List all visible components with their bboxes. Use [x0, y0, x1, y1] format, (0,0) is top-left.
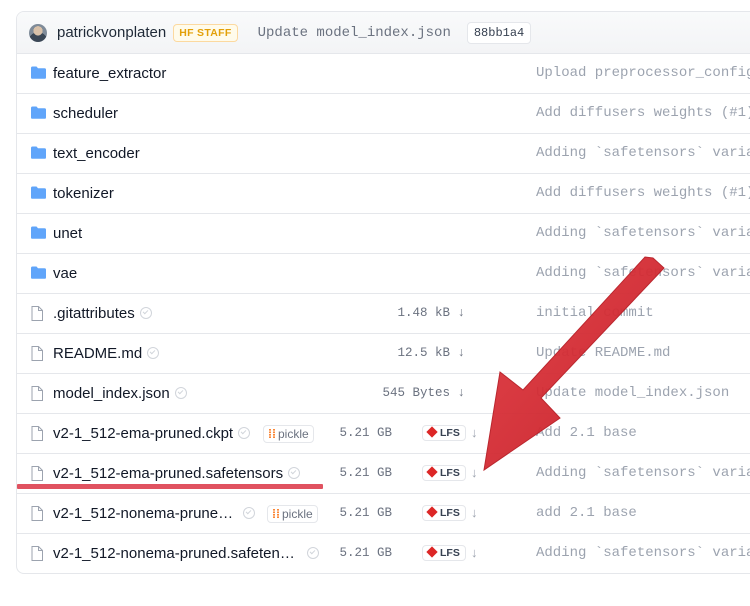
safe-check-icon [139, 307, 152, 320]
commit-author[interactable]: patrickvonplaten [57, 24, 166, 41]
folder-icon [31, 66, 46, 79]
file-name[interactable]: .gitattributes [53, 305, 152, 322]
folder-icon [31, 266, 46, 279]
folder-icon [31, 226, 46, 239]
file-icon [31, 546, 43, 561]
folder-row[interactable]: scheduler Add diffusers weights (#1) [17, 94, 750, 134]
download-icon[interactable]: ↓ [471, 425, 478, 440]
lfs-badge[interactable]: LFS [422, 505, 466, 521]
folder-name[interactable]: tokenizer [53, 185, 114, 202]
folder-row[interactable]: unet Adding `safetensors` varia [17, 214, 750, 254]
folder-row[interactable]: text_encoder Adding `safetensors` varia [17, 134, 750, 174]
commit-hash[interactable]: 88bb1a4 [466, 21, 532, 44]
commit-message[interactable]: Update README.md [536, 345, 670, 361]
download-icon[interactable]: ↓ [457, 346, 465, 360]
folder-icon [31, 146, 46, 159]
download-icon[interactable]: ↓ [471, 465, 478, 480]
download-icon[interactable]: ↓ [471, 505, 478, 520]
commit-message[interactable]: Adding `safetensors` varia [536, 145, 750, 161]
file-icon [31, 466, 43, 481]
staff-badge: HF STAFF [173, 23, 238, 42]
file-icon [31, 346, 43, 361]
download-icon[interactable]: ↓ [457, 306, 465, 320]
safe-check-icon [288, 467, 301, 480]
file-size[interactable]: 1.48 kB ↓ [345, 306, 465, 320]
file-name[interactable]: model_index.json [53, 385, 187, 402]
lfs-badge[interactable]: LFS [422, 545, 466, 561]
commit-message[interactable]: Adding `safetensors` varia [536, 265, 750, 281]
commit-message[interactable]: Add diffusers weights (#1) [536, 105, 750, 121]
folder-name[interactable]: feature_extractor [53, 65, 166, 82]
file-size[interactable]: 5.21 GB [312, 546, 392, 560]
commit-message[interactable]: Adding `safetensors` varia [536, 545, 750, 561]
download-icon[interactable]: ↓ [457, 386, 465, 400]
file-icon [31, 506, 43, 521]
commit-message[interactable]: Update model_index.json [258, 25, 451, 41]
commit-message[interactable]: Add 2.1 base [536, 425, 637, 441]
commit-message[interactable]: initial commit [536, 305, 654, 321]
folder-icon [31, 106, 46, 119]
folder-row[interactable]: feature_extractor Upload preprocessor_co… [17, 54, 750, 94]
lfs-badge[interactable]: LFS [422, 465, 466, 481]
pickle-icon: ⁞⁞ [268, 427, 276, 441]
commit-message[interactable]: Upload preprocessor_config [536, 65, 750, 81]
file-size[interactable]: 5.21 GB [312, 426, 392, 440]
lfs-icon [426, 506, 438, 518]
lfs-icon [426, 546, 438, 558]
file-row[interactable]: v2-1_512-nonema-prune… ⁞⁞ pickle 5.21 GB … [17, 494, 750, 534]
file-name[interactable]: README.md [53, 345, 160, 362]
file-row[interactable]: README.md 12.5 kB ↓ Update README.md [17, 334, 750, 374]
lfs-icon [426, 466, 438, 478]
last-commit-header: patrickvonplaten HF STAFF Update model_i… [17, 12, 750, 54]
pickle-badge[interactable]: ⁞⁞ pickle [263, 425, 314, 443]
commit-message[interactable]: add 2.1 base [536, 505, 637, 521]
file-size[interactable]: 5.21 GB [312, 506, 392, 520]
safe-check-icon [147, 347, 160, 360]
highlight-underline [17, 484, 323, 489]
folder-name[interactable]: vae [53, 265, 77, 282]
file-icon [31, 426, 43, 441]
safe-check-icon [174, 387, 187, 400]
download-icon[interactable]: ↓ [471, 545, 478, 560]
file-size[interactable]: 5.21 GB [312, 466, 392, 480]
commit-message[interactable]: Adding `safetensors` varia [536, 465, 750, 481]
folder-name[interactable]: unet [53, 225, 82, 242]
safe-check-icon [243, 507, 256, 520]
file-row[interactable]: .gitattributes 1.48 kB ↓ initial commit [17, 294, 750, 334]
lfs-badge[interactable]: LFS [422, 425, 466, 441]
pickle-icon: ⁞⁞ [272, 507, 280, 521]
commit-message[interactable]: Add diffusers weights (#1) [536, 185, 750, 201]
lfs-icon [426, 426, 438, 438]
folder-row[interactable]: tokenizer Add diffusers weights (#1) [17, 174, 750, 214]
file-name[interactable]: v2-1_512-nonema-pruned.safeten… [53, 545, 319, 562]
file-row[interactable]: v2-1_512-ema-pruned.ckpt ⁞⁞ pickle 5.21 G… [17, 414, 750, 454]
folder-name[interactable]: text_encoder [53, 145, 140, 162]
file-row[interactable]: v2-1_512-nonema-pruned.safeten… 5.21 GB … [17, 534, 750, 573]
file-name[interactable]: v2-1_512-nonema-prune… [53, 505, 256, 522]
commit-message[interactable]: Adding `safetensors` varia [536, 225, 750, 241]
file-size[interactable]: 545 Bytes ↓ [345, 386, 465, 400]
pickle-badge[interactable]: ⁞⁞ pickle [267, 505, 318, 523]
avatar[interactable] [29, 23, 47, 42]
file-list-panel: patrickvonplaten HF STAFF Update model_i… [16, 11, 750, 574]
file-icon [31, 306, 43, 321]
file-name[interactable]: v2-1_512-ema-pruned.ckpt [53, 425, 251, 442]
file-name[interactable]: v2-1_512-ema-pruned.safetensors [53, 465, 301, 482]
folder-row[interactable]: vae Adding `safetensors` varia [17, 254, 750, 294]
safe-check-icon [238, 427, 251, 440]
file-icon [31, 386, 43, 401]
folder-icon [31, 186, 46, 199]
commit-message[interactable]: Update model_index.json [536, 385, 729, 401]
folder-name[interactable]: scheduler [53, 105, 118, 122]
file-row[interactable]: model_index.json 545 Bytes ↓ Update mode… [17, 374, 750, 414]
file-size[interactable]: 12.5 kB ↓ [345, 346, 465, 360]
